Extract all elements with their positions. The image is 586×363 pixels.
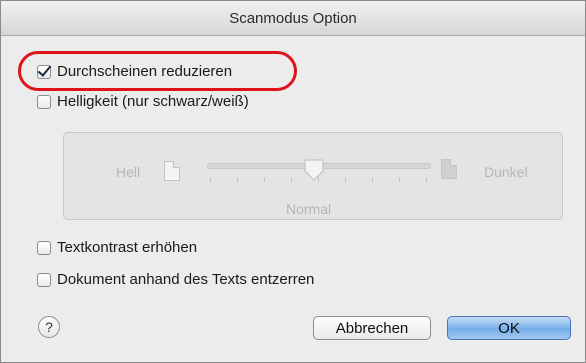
brightness-slider-thumb xyxy=(304,159,324,181)
slider-tick xyxy=(426,177,427,182)
bleed-through-option[interactable]: Durchscheinen reduzieren xyxy=(37,63,232,80)
contrast-label: Textkontrast erhöhen xyxy=(57,239,198,256)
slider-tick xyxy=(264,177,265,182)
brightness-label: Helligkeit (nur schwarz/weiß) xyxy=(57,93,249,110)
slider-value-label: Normal xyxy=(286,201,332,217)
cancel-button[interactable]: Abbrechen xyxy=(313,316,431,340)
help-icon: ? xyxy=(45,319,53,335)
slider-tick xyxy=(399,177,400,182)
deskew-option[interactable]: Dokument anhand des Texts entzerren xyxy=(37,271,314,288)
contrast-checkbox[interactable] xyxy=(37,240,51,255)
scan-mode-dialog: Scanmodus Option Durchscheinen reduziere… xyxy=(0,0,586,363)
contrast-option[interactable]: Textkontrast erhöhen xyxy=(37,239,197,256)
slider-tick xyxy=(237,177,238,182)
slider-tick xyxy=(210,177,211,182)
deskew-checkbox[interactable] xyxy=(37,272,51,287)
bleed-through-label: Durchscheinen reduzieren xyxy=(57,63,233,80)
slider-min-label: Hell xyxy=(116,164,141,180)
slider-tick xyxy=(372,177,373,182)
title-bar: Scanmodus Option xyxy=(1,1,585,36)
cancel-button-label: Abbrechen xyxy=(335,319,409,337)
slider-tick xyxy=(291,177,292,182)
help-button[interactable]: ? xyxy=(38,316,60,338)
ok-button-label: OK xyxy=(498,319,520,337)
dark-document-icon xyxy=(441,159,457,179)
deskew-label: Dokument anhand des Texts entzerren xyxy=(57,271,315,288)
slider-tick xyxy=(345,177,346,182)
ok-button[interactable]: OK xyxy=(447,316,571,340)
light-document-icon xyxy=(164,161,180,181)
dialog-title: Scanmodus Option xyxy=(229,9,357,27)
brightness-checkbox[interactable] xyxy=(37,94,51,109)
brightness-option[interactable]: Helligkeit (nur schwarz/weiß) xyxy=(37,93,249,110)
slider-max-label: Dunkel xyxy=(484,164,528,180)
bleed-through-checkbox[interactable] xyxy=(37,64,51,79)
brightness-group: Hell Dunkel Normal xyxy=(63,132,563,220)
